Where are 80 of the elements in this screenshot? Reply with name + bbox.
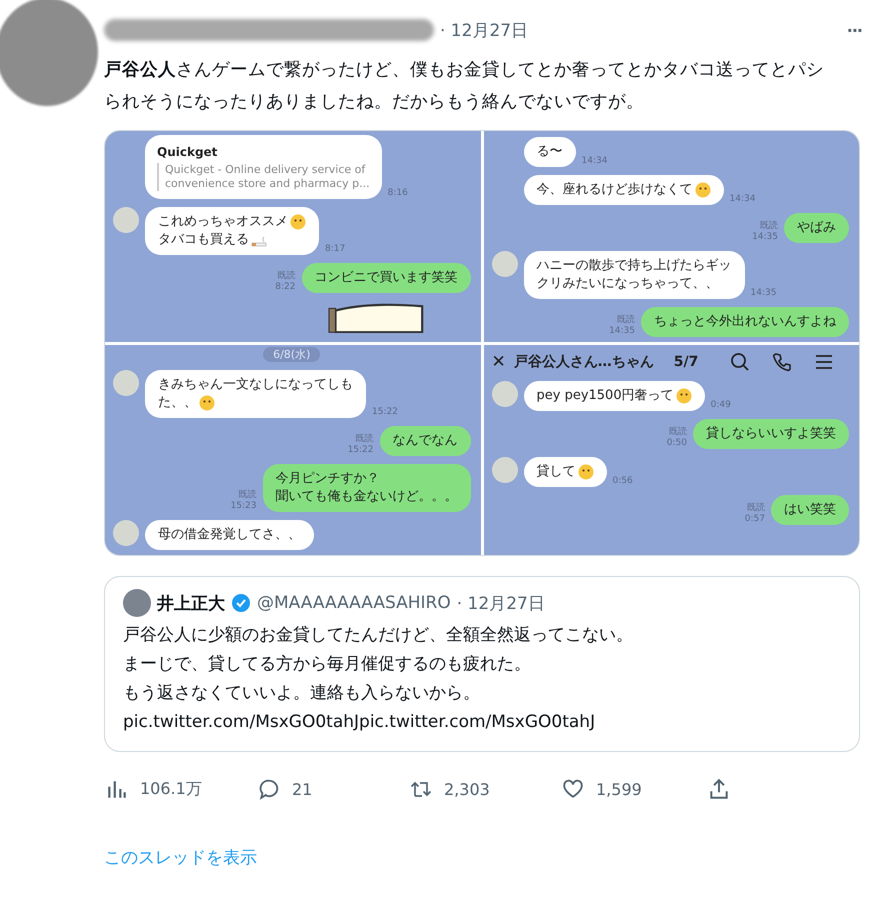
emoji-icon <box>578 464 594 480</box>
message-time: 15:23 <box>230 501 256 512</box>
read-label: 既読 <box>617 315 635 326</box>
quote-text: pic.twitter.com/MsxGO0tahJpic.twitter.com/MsxGO0tahJ <box>123 711 596 734</box>
search-icon <box>730 352 750 372</box>
message-text: 今月ピンチすか？ <box>276 470 380 488</box>
heart-icon[interactable] <box>562 778 584 800</box>
message-text: 貸して <box>536 463 576 481</box>
message-time: 14:35 <box>752 232 778 243</box>
message-time: 0:49 <box>710 400 731 411</box>
tweet-date[interactable]: · 12月27日 <box>456 592 545 614</box>
read-label: 既読 <box>760 221 778 232</box>
chat-title: 戸谷公人さん…ちゃん <box>514 353 654 371</box>
link-preview[interactable]: Quickget Quickget - Online delivery service of convenience store and pharmacy p... <box>145 135 382 199</box>
link-description: convenience store and pharmacy p... <box>165 177 370 191</box>
chat-screenshot[interactable]: ✕ 戸谷公人さん…ちゃん 5/7 pey pey1500円奢って 0:49 既読 0:50 貸しならいいすよ笑笑 貸して 0:56 既読 0:57 はい笑笑 <box>484 345 859 555</box>
read-label: 既読 <box>747 503 765 514</box>
chat-screenshot[interactable]: Quickget Quickget - Online delivery service of convenience store and pharmacy p... 8:16 これめっちゃオススメ タバコも買える 8:17 既読 8:22 コンビニで買います笑笑 <box>105 131 480 342</box>
message-time: 8:22 <box>275 282 296 293</box>
message-text: やばみ <box>797 219 836 237</box>
share-icon[interactable] <box>708 778 730 800</box>
reply-icon[interactable] <box>258 778 280 800</box>
chat-screenshot[interactable]: る〜 14:34 今、座れるけど歩けなくて 14:34 既読 14:35 やばみ ハニーの散歩で持ち上げたらギッ クリみたいになっちゃって、、 14:35 既読 14:35 ちょっと今外出れないんすよね <box>484 131 859 342</box>
emoji-icon <box>199 395 215 411</box>
action-count: 106.1万 <box>140 778 202 800</box>
read-label: 既読 <box>238 490 256 501</box>
action-count: 2,303 <box>444 780 490 798</box>
menu-icon <box>814 352 834 372</box>
avatar[interactable] <box>123 589 151 617</box>
message-text: pey pey1500円奢って <box>536 387 674 405</box>
quote-text: もう返さなくていいよ。連絡も入らないから。 <box>123 682 481 705</box>
message-time: 0:56 <box>612 476 633 487</box>
message-text: これめっちゃオススメ <box>158 213 288 231</box>
message-text: タバコも買える <box>158 231 249 249</box>
message-time: 0:50 <box>666 438 687 449</box>
link-description: Quickget - Online delivery service of <box>165 163 366 177</box>
emoji-icon <box>676 388 692 404</box>
tweet-text: 戸谷公人さんゲームで繋がったけど、僕もお金貸してとか奢ってとかタバコ送ってとパシられそうになったりありましたね。だからもう絡んでないですが。 <box>104 59 825 114</box>
date-chip: 6/8(水) <box>263 347 320 362</box>
message-time: 8:16 <box>388 188 408 199</box>
phone-icon <box>772 352 792 372</box>
message-time: 15:22 <box>372 407 398 418</box>
message-time: 14:35 <box>609 326 635 337</box>
message-text: ハニーの散歩で持ち上げたらギッ <box>536 257 732 275</box>
message-time: 14:35 <box>750 288 776 299</box>
message-text: ちょっと今外出れないんすよね <box>654 313 836 331</box>
read-label: 既読 <box>356 434 374 445</box>
author-name[interactable]: 井上正大 <box>157 592 225 614</box>
close-icon: ✕ <box>492 352 506 372</box>
message-time: 14:34 <box>730 194 756 205</box>
message-text: 母の借金発覚してさ、、 <box>158 526 301 544</box>
quote-text: 戸谷公人に少額のお金貸してたんだけど、全額全然返ってこない。 <box>123 624 634 647</box>
tweet-date[interactable]: · 12月27日 <box>440 18 528 42</box>
quoted-tweet[interactable]: 井上正大 @MAAAAAAAASAHIRO · 12月27日 戸谷公人に少額のお金貸してたんだけど、全額全然返ってこない。 まーじで、貸してる方から毎月催促するのも疲れた。 もう返さなくていいよ。連絡も入らないから。 pic.twitter.com/MsxGO0tahJpic.twitter.com/MsxGO0tahJ <box>104 576 860 752</box>
more-button[interactable]: ··· <box>846 20 862 40</box>
message-text: 貸しならいいすよ笑笑 <box>706 425 836 443</box>
message-text: た、、 <box>158 394 197 412</box>
chat-screenshot[interactable]: 6/8(水) きみちゃん一文なしになってしも た、、 15:22 既読 15:22 なんでなん 既読 15:23 今月ピンチすか？ 聞いても俺も金ないけど。。。 母の借金発覚してさ、、 <box>105 345 480 555</box>
read-label: 既読 <box>669 427 687 438</box>
message-text: はい笑笑 <box>784 501 836 519</box>
author-handle[interactable]: @MAAAAAAAASAHIRO <box>257 593 451 613</box>
message-text: クリみたいになっちゃって、、 <box>536 275 718 293</box>
emoji-icon <box>694 182 710 198</box>
message-text: 今、座れるけど歩けなくて <box>536 181 692 199</box>
action-count: 21 <box>292 780 312 798</box>
message-text: コンビニで買います笑笑 <box>314 269 458 287</box>
message-time: 0:57 <box>744 514 765 525</box>
emoji-icon <box>290 214 306 230</box>
message-time: 15:22 <box>348 445 374 456</box>
message-time: 8:17 <box>325 244 346 255</box>
message-text: きみちゃん一文なしになってしも <box>158 376 353 394</box>
message-text: る〜 <box>536 143 562 161</box>
link-title: Quickget <box>157 144 218 161</box>
page-counter: 5/7 <box>674 354 698 370</box>
message-time: 14:34 <box>582 156 608 167</box>
action-count: 1,599 <box>596 780 642 798</box>
message-text: 聞いても俺も金ないけど。。。 <box>276 488 458 506</box>
quote-text: まーじで、貸してる方から毎月催促するのも疲れた。 <box>123 653 532 676</box>
read-label: 既読 <box>278 271 296 282</box>
message-text: なんでなん <box>392 432 458 450</box>
